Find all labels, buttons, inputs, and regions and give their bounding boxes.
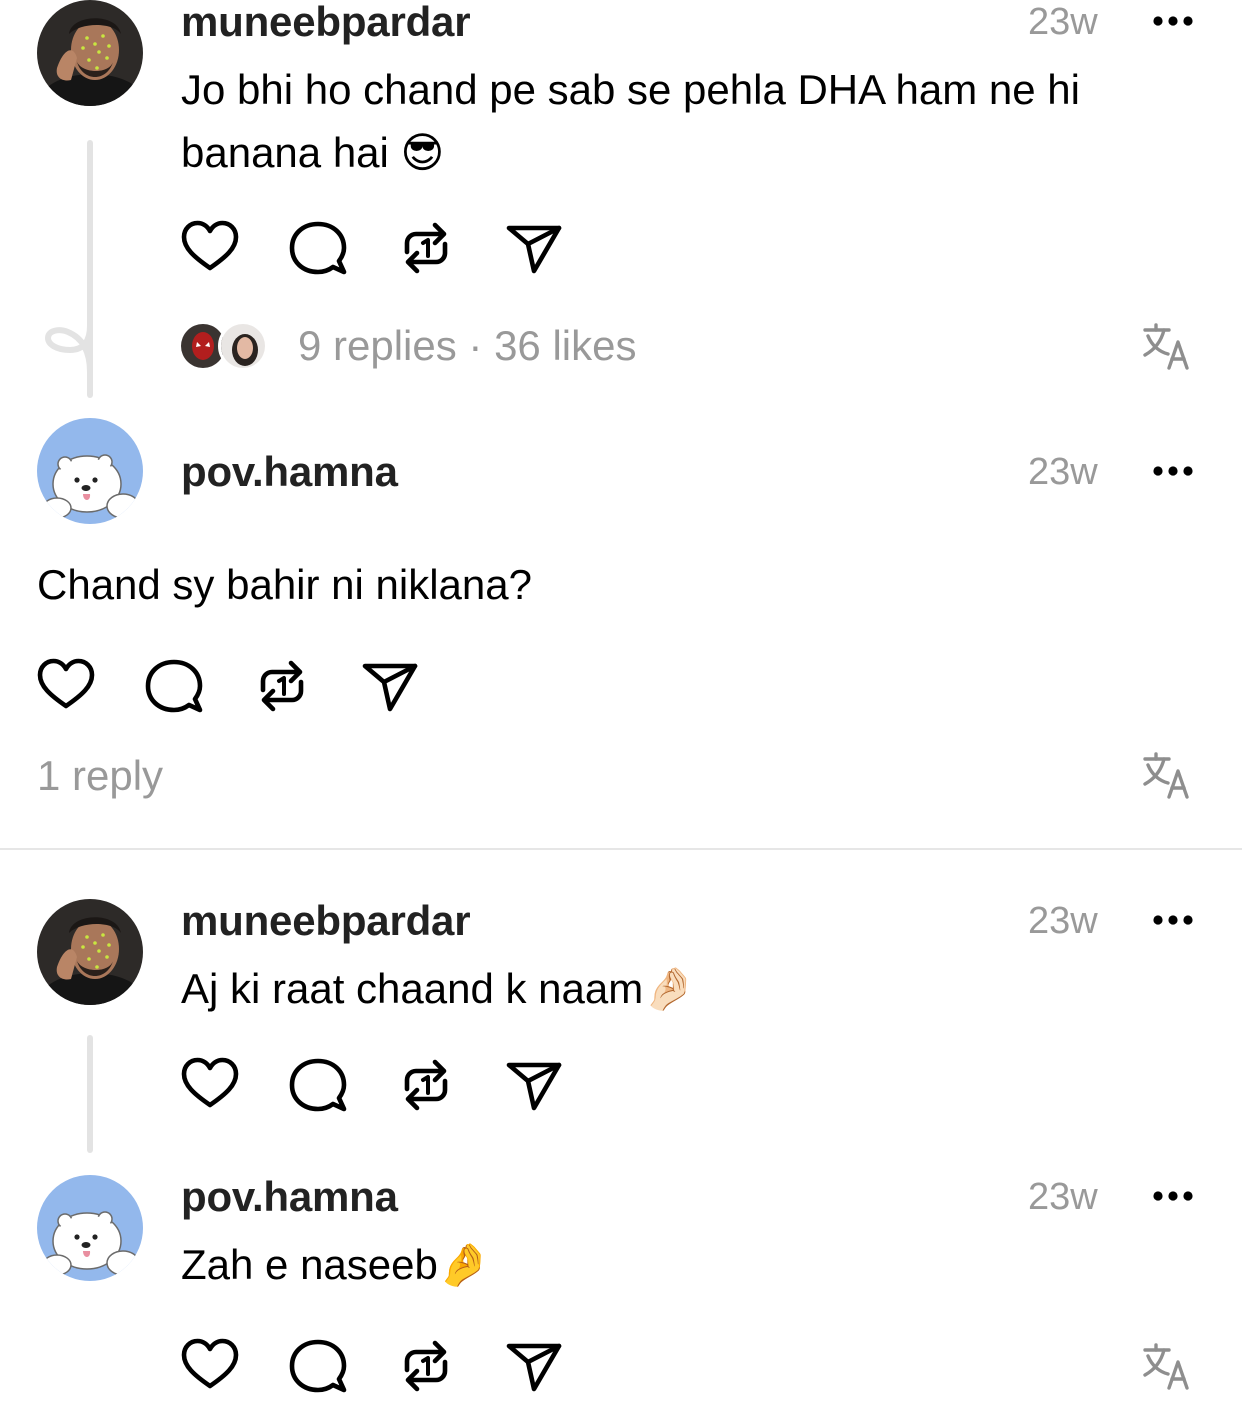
translate-icon[interactable] — [1142, 1342, 1190, 1390]
avatar-image — [37, 0, 143, 106]
divider — [0, 848, 1242, 850]
username[interactable]: muneebpardar — [181, 0, 471, 44]
send-icon[interactable] — [504, 1336, 564, 1396]
thread-loop-connector — [44, 326, 93, 372]
avatar[interactable] — [37, 1175, 143, 1281]
action-bar — [36, 656, 436, 716]
send-icon[interactable] — [504, 1055, 564, 1115]
replies-count[interactable]: 1 reply — [37, 754, 163, 798]
avatar-image — [37, 418, 143, 524]
avatar[interactable] — [37, 0, 143, 106]
action-bar — [180, 1055, 580, 1115]
comment-bubble-icon[interactable] — [288, 1336, 348, 1396]
heart-icon[interactable] — [36, 656, 96, 716]
more-dots-icon[interactable] — [1151, 461, 1195, 481]
action-bar — [180, 218, 580, 278]
comment-text: Chand sy bahir ni niklana? — [37, 561, 532, 608]
replies-likes-count[interactable]: 9 replies · 36 likes — [298, 324, 636, 368]
heart-icon[interactable] — [180, 1055, 240, 1115]
avatar-image — [37, 899, 143, 1005]
avatar-image — [37, 1175, 143, 1281]
username[interactable]: pov.hamna — [181, 1175, 398, 1219]
thread-line — [87, 1035, 93, 1153]
send-icon[interactable] — [504, 218, 564, 278]
repost-icon[interactable] — [252, 656, 312, 716]
more-dots-icon[interactable] — [1151, 910, 1195, 930]
avatar[interactable] — [37, 418, 143, 524]
send-icon[interactable] — [360, 656, 420, 716]
comment-text: Aj ki raat chaand k naam🤌🏻 — [181, 965, 696, 1012]
reply-avatar — [218, 321, 268, 371]
username[interactable]: muneebpardar — [181, 899, 471, 943]
timestamp: 23w — [1028, 900, 1098, 942]
timestamp: 23w — [1028, 1176, 1098, 1218]
comment-text: Zah e naseeb🤌 — [181, 1241, 491, 1288]
repost-icon[interactable] — [396, 218, 456, 278]
timestamp: 23w — [1028, 1, 1098, 43]
avatar[interactable] — [37, 899, 143, 1005]
more-dots-icon[interactable] — [1151, 1186, 1195, 1206]
more-dots-icon[interactable] — [1151, 11, 1195, 31]
heart-icon[interactable] — [180, 218, 240, 278]
action-bar — [180, 1336, 580, 1396]
timestamp: 23w — [1028, 451, 1098, 493]
comment-bubble-icon[interactable] — [144, 656, 204, 716]
repost-icon[interactable] — [396, 1336, 456, 1396]
username[interactable]: pov.hamna — [181, 450, 398, 494]
comment-bubble-icon[interactable] — [288, 1055, 348, 1115]
translate-icon[interactable] — [1142, 322, 1190, 370]
translate-icon[interactable] — [1142, 751, 1190, 799]
heart-icon[interactable] — [180, 1336, 240, 1396]
comment-bubble-icon[interactable] — [288, 218, 348, 278]
comment-text: Jo bhi ho chand pe sab se pehla DHA ham … — [181, 66, 1080, 176]
repost-icon[interactable] — [396, 1055, 456, 1115]
